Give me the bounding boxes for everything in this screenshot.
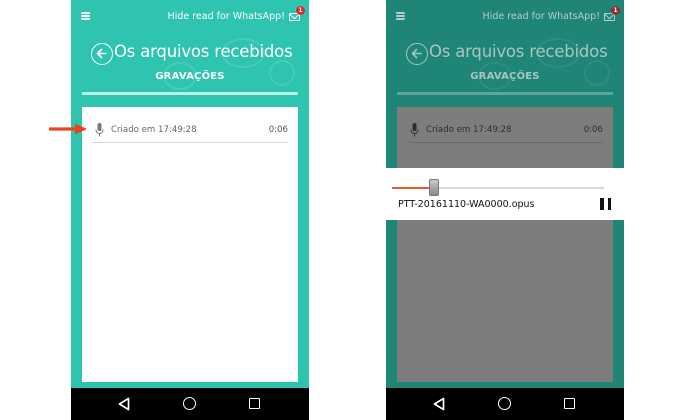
recording-created-label: Criado em 17:49:28 xyxy=(426,125,512,135)
page-title: Os arquivos recebidos xyxy=(429,42,608,61)
recordings-list: Criado em 17:49:28 0:06 xyxy=(397,107,613,382)
nav-back-icon[interactable] xyxy=(118,397,130,411)
audio-player: PTT-20161110-WA0000.opus xyxy=(386,168,624,220)
notification-badge: 1 xyxy=(611,6,620,15)
tab-gravacoes[interactable]: GRAVAÇÕES xyxy=(71,71,309,82)
tab-indicator xyxy=(397,92,613,95)
recording-duration: 0:06 xyxy=(583,125,603,135)
android-nav-bar xyxy=(71,388,309,420)
top-app-bar: Hide read for WhatsApp! 1 xyxy=(386,0,624,34)
back-arrow-icon[interactable] xyxy=(406,43,428,65)
microphone-icon xyxy=(95,123,104,137)
player-file-name: PTT-20161110-WA0000.opus xyxy=(398,199,535,210)
list-item-recording[interactable]: Criado em 17:49:28 0:06 xyxy=(407,121,603,143)
nav-back-icon[interactable] xyxy=(433,397,445,411)
notification-badge: 1 xyxy=(296,6,305,15)
recordings-list: Criado em 17:49:28 0:06 xyxy=(82,107,298,382)
seek-bar-thumb[interactable] xyxy=(429,179,439,196)
nav-recent-apps-icon[interactable] xyxy=(564,398,575,409)
page-title: Os arquivos recebidos xyxy=(114,42,293,61)
seek-bar-progress xyxy=(392,187,434,189)
nav-home-icon[interactable] xyxy=(498,397,511,410)
hamburger-menu-icon[interactable] xyxy=(81,12,90,20)
hamburger-menu-icon[interactable] xyxy=(396,12,405,20)
microphone-icon xyxy=(410,123,419,137)
recording-created-label: Criado em 17:49:28 xyxy=(111,125,197,135)
app-name-label: Hide read for WhatsApp! xyxy=(167,11,285,22)
seek-bar-track[interactable] xyxy=(392,187,604,189)
top-app-bar: Hide read for WhatsApp! 1 xyxy=(71,0,309,34)
list-item-recording[interactable]: Criado em 17:49:28 0:06 xyxy=(92,121,288,143)
nav-home-icon[interactable] xyxy=(183,397,196,410)
nav-recent-apps-icon[interactable] xyxy=(249,398,260,409)
tab-gravacoes[interactable]: GRAVAÇÕES xyxy=(386,71,624,82)
back-arrow-icon[interactable] xyxy=(91,43,113,65)
app-screen: Hide read for WhatsApp! 1 Os arquivos re… xyxy=(71,0,309,388)
app-name-label: Hide read for WhatsApp! xyxy=(482,11,600,22)
recording-duration: 0:06 xyxy=(268,125,288,135)
app-screen-dimmed: Hide read for WhatsApp! 1 Os arquivos re… xyxy=(386,0,624,388)
phone-screen-player: Hide read for WhatsApp! 1 Os arquivos re… xyxy=(386,0,624,420)
annotation-arrow-icon xyxy=(49,123,87,135)
phone-screen-recordings: Hide read for WhatsApp! 1 Os arquivos re… xyxy=(71,0,309,420)
tab-indicator xyxy=(82,92,298,95)
android-nav-bar xyxy=(386,388,624,420)
pause-icon[interactable] xyxy=(600,198,611,210)
